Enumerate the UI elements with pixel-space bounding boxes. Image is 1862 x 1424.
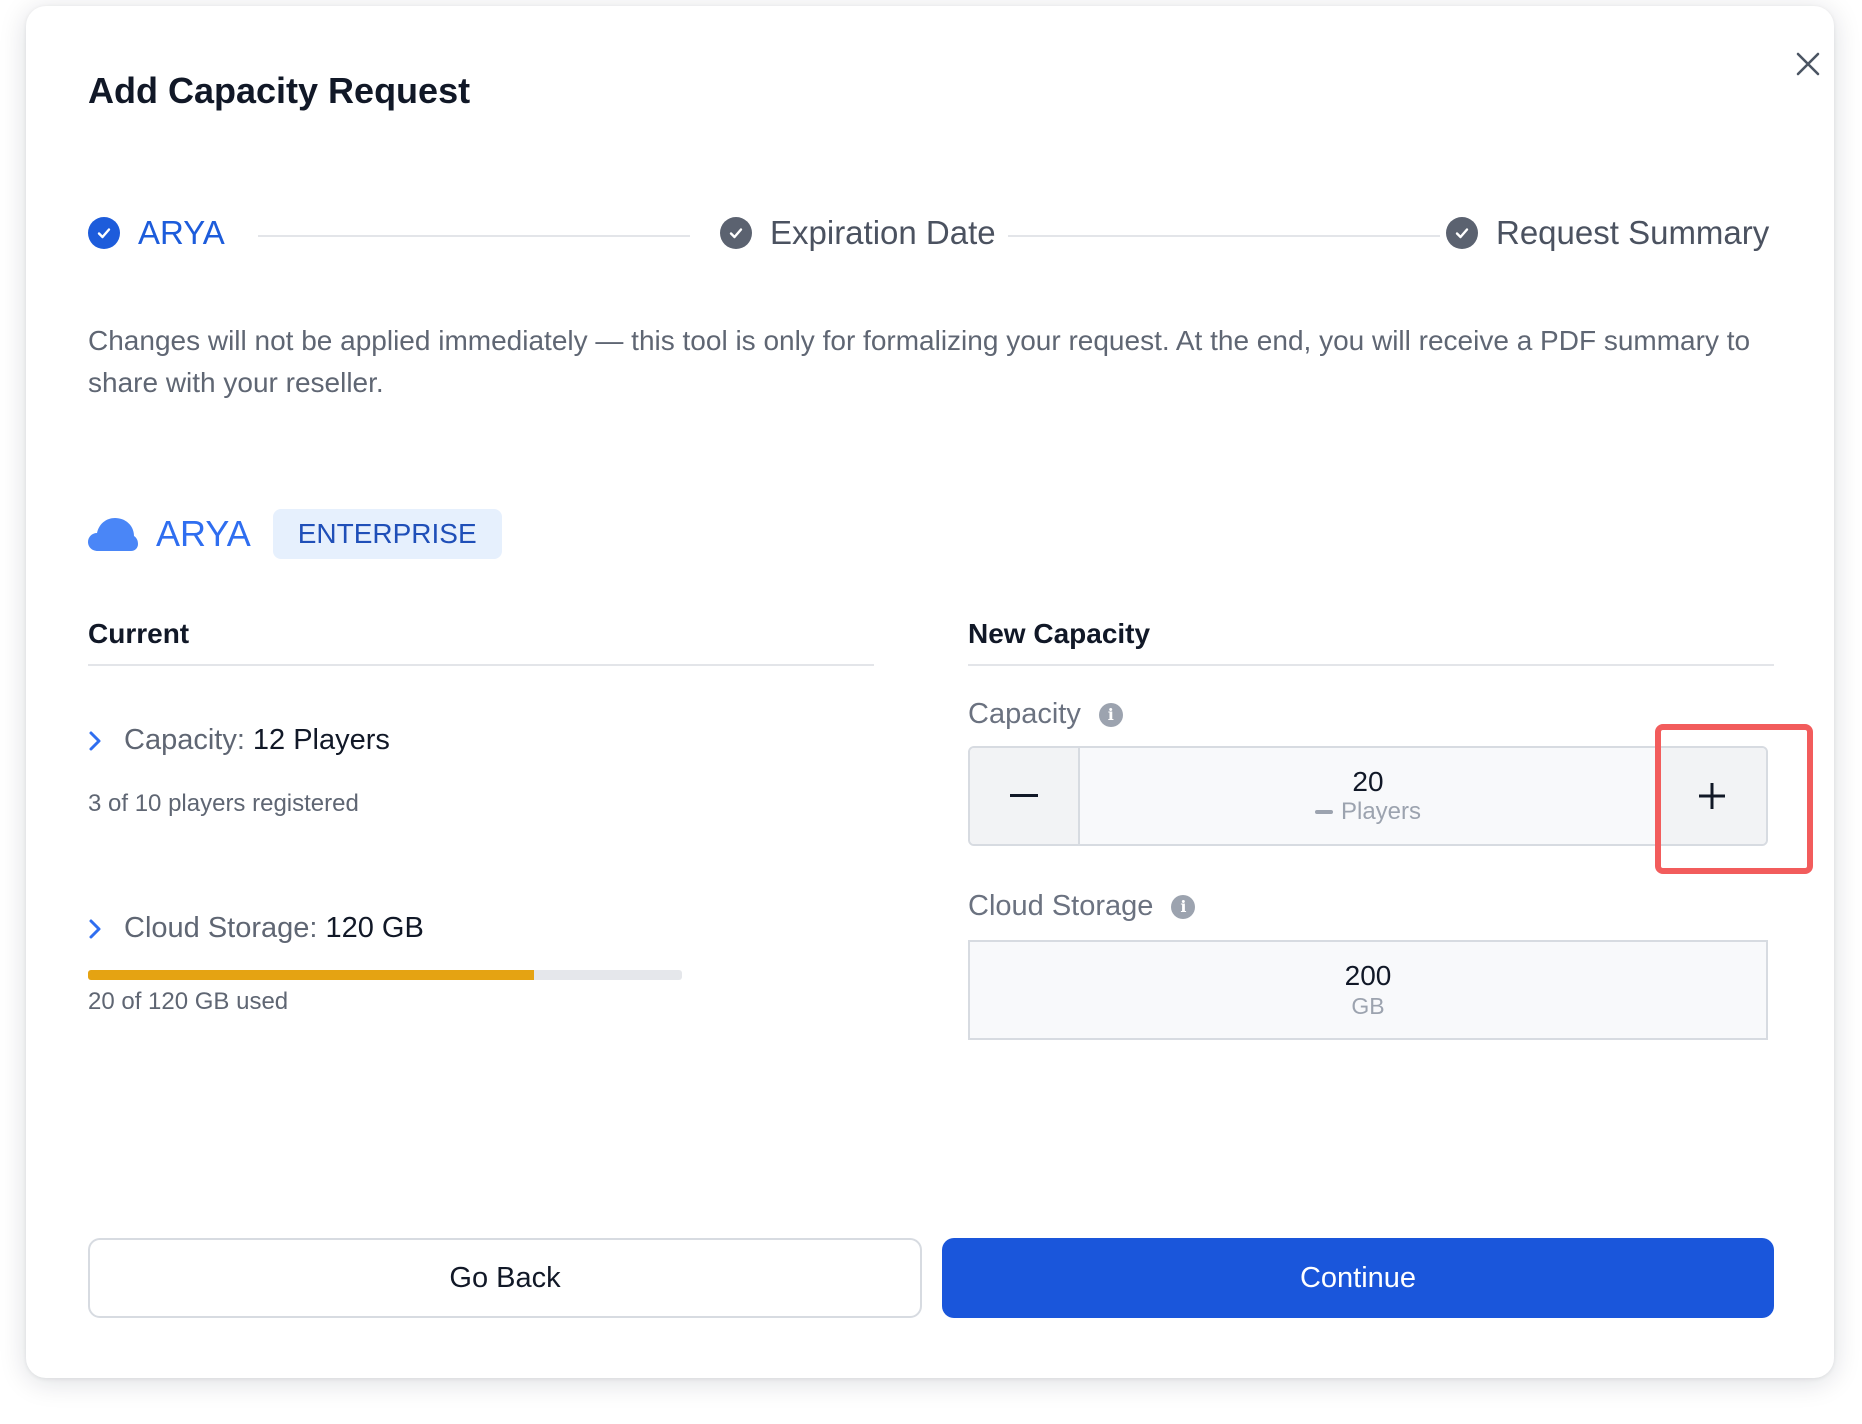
check-circle-icon [88,217,120,249]
capacity-value: 20 [1352,766,1384,797]
new-capacity-heading: New Capacity [968,618,1151,649]
capacity-field-label: Capacity i [968,698,1123,731]
current-storage-row[interactable]: Cloud Storage: 120 GB [88,912,424,945]
step-arya[interactable]: ARYA [88,214,225,252]
capacity-stepper: 20 Players [968,746,1768,846]
current-capacity-label: Capacity: [124,724,245,756]
modal-title: Add Capacity Request [88,70,471,111]
current-heading: Current [88,618,190,649]
continue-button[interactable]: Continue [942,1238,1774,1318]
current-capacity-row[interactable]: Capacity: 12 Players [88,724,390,757]
product-header: ARYA ENTERPRISE [88,509,502,559]
increment-button[interactable] [1656,748,1766,844]
check-circle-icon [1446,217,1478,249]
decrement-button[interactable] [970,748,1080,844]
cloud-icon [88,518,138,551]
storage-used-text: 20 of 120 GB used [88,988,289,1015]
step-request-summary[interactable]: Request Summary [1446,214,1769,252]
chevron-right-icon [88,918,110,940]
storage-unit: GB [1351,993,1385,1019]
product-name: ARYA [156,513,251,554]
info-icon[interactable]: i [1171,894,1196,919]
close-icon [1796,52,1820,76]
players-registered-text: 3 of 10 players registered [88,790,359,817]
step-label: Expiration Date [770,214,996,251]
current-storage-value: 120 GB [325,912,424,944]
storage-value: 200 [1344,960,1392,991]
plus-icon [1699,783,1725,809]
chevron-right-icon [88,730,110,752]
capacity-label-text: Capacity [968,698,1081,730]
storage-progress-bar [88,970,682,980]
step-expiration-date[interactable]: Expiration Date [720,214,996,252]
step-label: ARYA [138,214,225,251]
cloud-storage-field[interactable]: 200 GB [968,940,1768,1040]
description-text: Changes will not be applied immediately … [88,325,1751,398]
cloud-storage-label-text: Cloud Storage [968,890,1154,922]
dash-icon [1314,810,1333,814]
plan-badge: ENTERPRISE [272,509,502,559]
info-icon[interactable]: i [1098,702,1123,727]
go-back-button[interactable]: Go Back [88,1238,922,1318]
cloud-storage-field-label: Cloud Storage i [968,890,1196,923]
close-button[interactable] [1786,42,1830,86]
capacity-unit: Players [1314,798,1422,826]
step-label: Request Summary [1496,214,1770,251]
capacity-unit-text: Players [1340,798,1422,825]
divider [88,664,874,666]
step-connector [1008,235,1440,237]
step-connector [258,235,690,237]
capacity-value-display[interactable]: 20 Players [1080,748,1656,844]
minus-icon [1010,794,1038,797]
storage-progress-fill [88,970,534,980]
current-storage-label: Cloud Storage: [124,912,318,944]
current-capacity-value: 12 Players [252,724,390,756]
check-circle-icon [720,217,752,249]
add-capacity-modal: Add Capacity Request ARYA Expiration Dat… [26,6,1834,1378]
divider [968,664,1774,666]
